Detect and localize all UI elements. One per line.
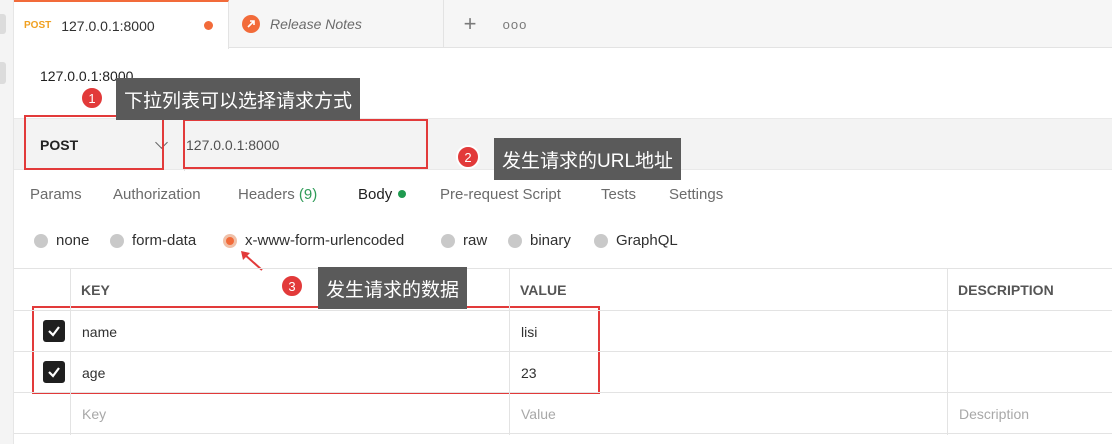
row-key[interactable]: name: [82, 311, 117, 352]
radio-binary-label: binary: [530, 232, 571, 249]
new-description-input[interactable]: Description: [959, 393, 1029, 434]
annotation-number: 1: [80, 86, 104, 110]
highlight-url-box: [183, 119, 428, 169]
radio-form-data-label: form-data: [132, 232, 197, 249]
postman-logo-icon: [242, 15, 260, 33]
radio-none-label: none: [56, 232, 90, 249]
tab-headers-label: Headers: [238, 186, 295, 203]
radio-urlencoded-label: x-www-form-urlencoded: [245, 232, 405, 249]
column-divider: [509, 269, 510, 435]
left-gutter: [0, 0, 14, 444]
radio-icon: [34, 233, 48, 248]
checkbox-checked-icon[interactable]: [43, 361, 65, 383]
radio-urlencoded[interactable]: x-www-form-urlencoded: [223, 232, 404, 249]
tab-authorization[interactable]: Authorization: [113, 186, 201, 203]
annotation-text: 发生请求的数据: [318, 267, 468, 309]
annotation-number: 3: [280, 274, 304, 298]
row-value[interactable]: lisi: [521, 311, 537, 352]
tab-settings[interactable]: Settings: [669, 186, 723, 203]
radio-raw-label: raw: [463, 232, 488, 249]
tab-params[interactable]: Params: [30, 186, 82, 203]
new-tab-plus-icon[interactable]: +: [456, 0, 484, 48]
highlight-method-box: [24, 115, 164, 170]
column-divider: [70, 269, 71, 435]
tab-release-label: Release Notes: [270, 16, 362, 32]
tab-body-label: Body: [358, 186, 393, 203]
annotation-text: 下拉列表可以选择请求方式: [116, 78, 361, 120]
row-key[interactable]: age: [82, 352, 105, 393]
tab-bar: POST 127.0.0.1:8000 Release Notes + ooo: [14, 0, 1112, 49]
tab-prerequest-script[interactable]: Pre-request Script: [440, 186, 561, 203]
tab-headers[interactable]: Headers (9): [238, 186, 317, 203]
header-key: KEY: [81, 282, 110, 298]
radio-binary[interactable]: binary: [508, 232, 571, 249]
body-active-dot-icon: [398, 190, 407, 198]
radio-raw[interactable]: raw: [441, 232, 487, 249]
header-value: VALUE: [520, 282, 567, 298]
tab-method-tag: POST: [24, 20, 52, 31]
row-value[interactable]: 23: [521, 352, 537, 393]
radio-icon: [441, 233, 455, 248]
gutter-handle: [0, 14, 6, 34]
annotation-text: 发生请求的URL地址: [494, 138, 682, 180]
unsaved-dot-icon: [204, 21, 213, 30]
radio-graphql-label: GraphQL: [616, 232, 678, 249]
new-key-input[interactable]: Key: [82, 393, 106, 434]
radio-selected-icon: [223, 233, 237, 248]
radio-graphql[interactable]: GraphQL: [594, 232, 678, 249]
tab-tests[interactable]: Tests: [601, 186, 636, 203]
checkbox-checked-icon[interactable]: [43, 320, 65, 342]
radio-icon: [110, 233, 124, 248]
radio-icon: [508, 233, 522, 248]
radio-icon: [594, 233, 608, 248]
headers-count: (9): [298, 186, 318, 203]
header-description: DESCRIPTION: [958, 282, 1054, 298]
params-table: KEY VALUE DESCRIPTION name lisi age 23 K…: [14, 268, 1112, 435]
tab-release-notes[interactable]: Release Notes: [230, 0, 444, 48]
radio-form-data[interactable]: form-data: [110, 232, 196, 249]
tab-body[interactable]: Body: [358, 186, 407, 203]
tab-request-active[interactable]: POST 127.0.0.1:8000: [14, 0, 229, 49]
more-tabs-icon[interactable]: ooo: [502, 0, 528, 48]
tab-url-label: 127.0.0.1:8000: [61, 17, 155, 34]
new-value-input[interactable]: Value: [521, 393, 556, 434]
radio-none[interactable]: none: [34, 232, 89, 249]
annotation-number: 2: [456, 145, 480, 169]
gutter-handle: [0, 62, 6, 84]
column-divider: [947, 269, 948, 435]
